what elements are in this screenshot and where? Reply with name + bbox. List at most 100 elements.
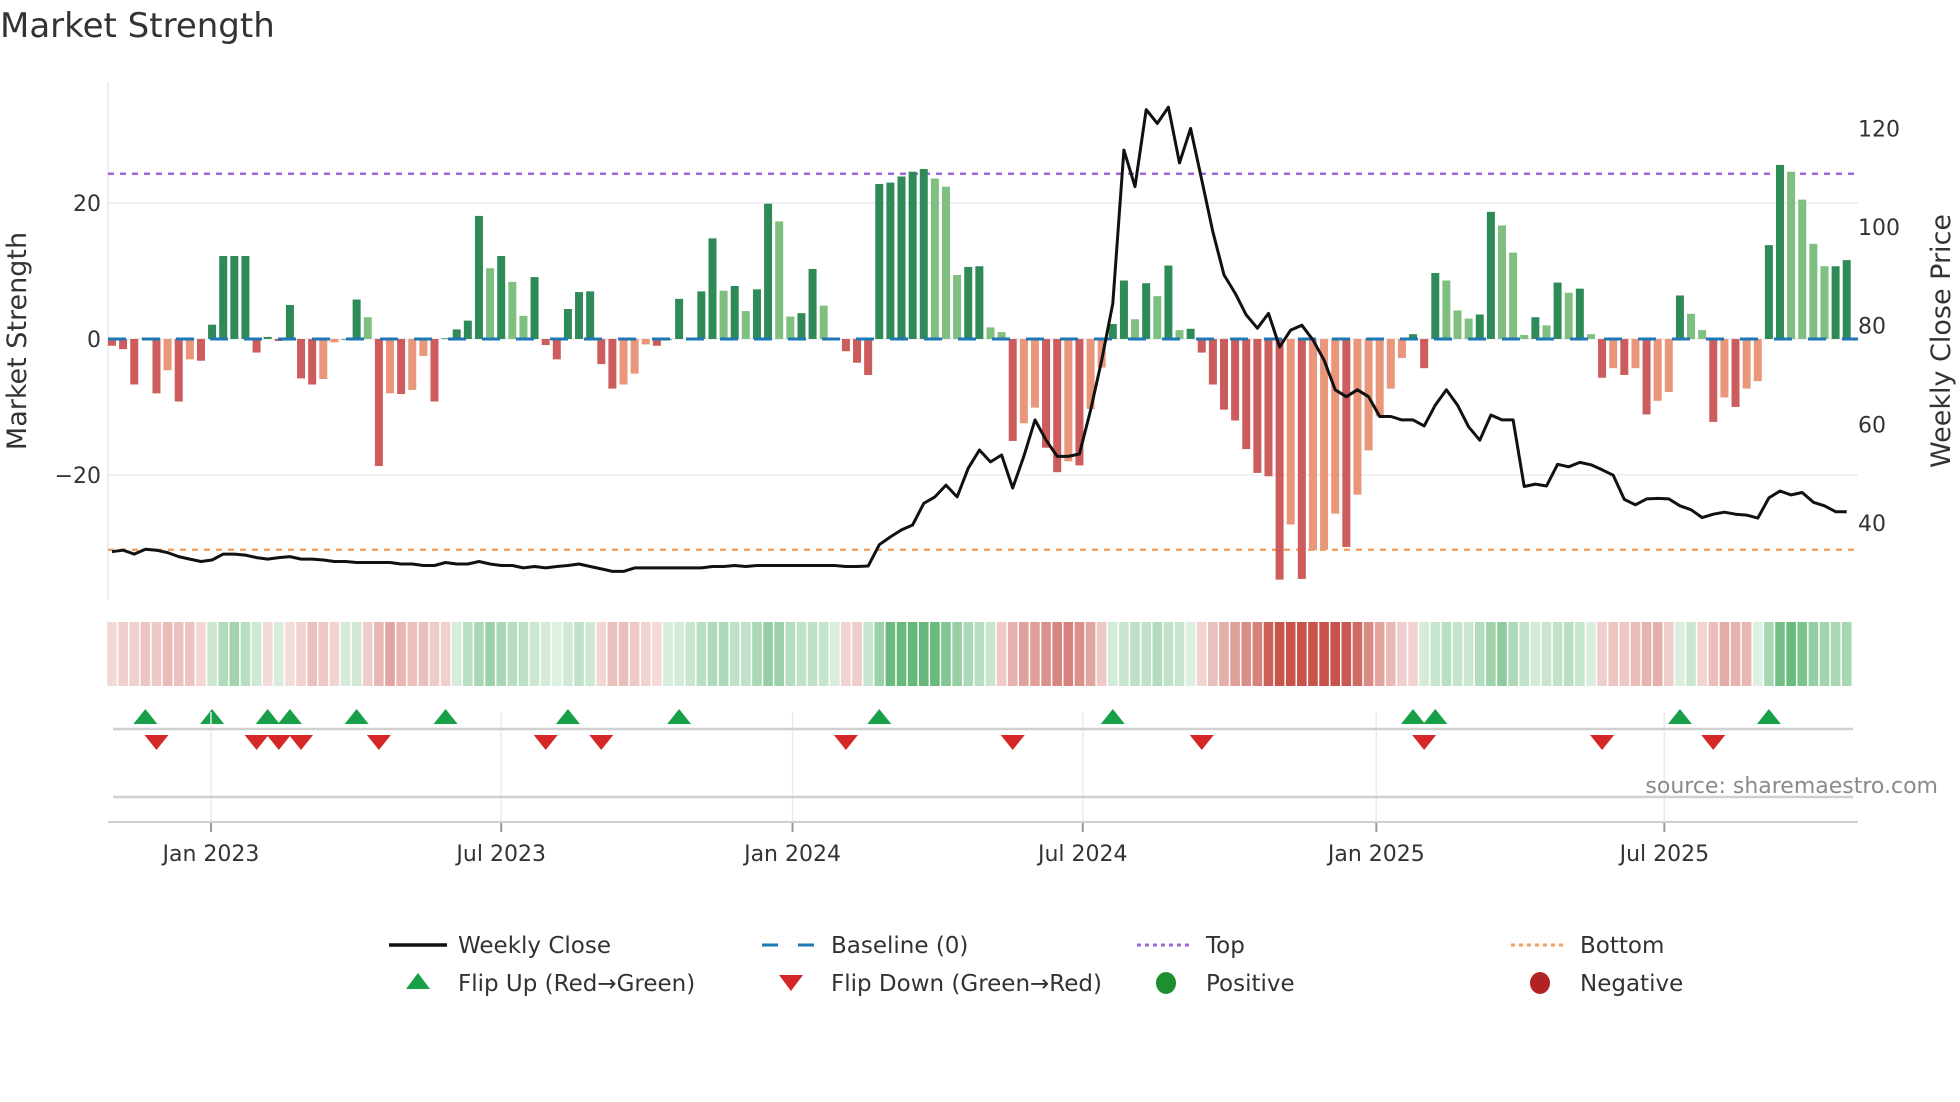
heatmap-cell xyxy=(1052,622,1062,686)
heatmap-cell xyxy=(1619,622,1630,686)
heatmap-cell xyxy=(1386,622,1396,686)
heatmap-cell xyxy=(952,622,962,686)
heatmap-cell xyxy=(1185,622,1196,686)
heatmap-cell xyxy=(1363,622,1374,686)
strength-bar xyxy=(508,281,517,339)
strength-bar xyxy=(363,317,372,339)
heatmap-cell xyxy=(696,622,707,686)
heatmap-cell xyxy=(596,622,607,686)
heatmap-cell xyxy=(307,622,317,686)
heatmap-cell xyxy=(1130,622,1140,686)
strength-bar xyxy=(986,327,995,339)
strength-bar xyxy=(285,304,294,339)
heatmap-cell xyxy=(585,622,595,686)
strength-bar xyxy=(841,338,850,352)
strength-bar xyxy=(719,290,728,339)
flip-up-marker xyxy=(555,709,580,724)
strength-bar xyxy=(308,338,317,385)
heatmap-cell xyxy=(1708,622,1719,686)
heatmap-cell xyxy=(574,622,584,686)
heatmap-cell xyxy=(685,622,696,686)
heatmap-cell xyxy=(763,622,773,686)
heatmap-cell xyxy=(1341,622,1352,686)
heatmap-cell xyxy=(896,622,907,686)
triangle-down-icon xyxy=(779,975,803,991)
flip-up-marker xyxy=(1401,709,1426,724)
right-tick-label: 40 xyxy=(1858,512,1886,537)
strength-bar xyxy=(764,203,773,339)
heatmap-cell xyxy=(1641,622,1652,686)
strength-bar xyxy=(797,313,806,339)
strength-bar xyxy=(608,338,617,389)
heatmap-cell xyxy=(1664,622,1674,686)
flip-down-marker xyxy=(1189,735,1214,750)
x-tick-label: Jan 2025 xyxy=(1326,842,1425,867)
heatmap-cell xyxy=(474,622,484,686)
heatmap-cell xyxy=(1352,622,1363,686)
flip-up-marker xyxy=(1667,709,1692,724)
heatmap-cell xyxy=(874,622,885,686)
strength-bar xyxy=(1820,266,1829,339)
heatmap-cell xyxy=(930,622,940,686)
heatmap-cell xyxy=(207,622,217,686)
heatmap-cell xyxy=(1308,622,1318,686)
strength-bar xyxy=(1664,338,1673,392)
legend: Weekly Close Baseline (0) Top Bottom Flip Up… xyxy=(389,933,1683,997)
flip-up-marker xyxy=(1100,709,1125,724)
heatmap-cell xyxy=(1397,622,1407,686)
strength-bar xyxy=(1131,319,1140,339)
heatmap-cell xyxy=(741,622,751,686)
heatmap-cell xyxy=(463,622,473,686)
legend-label: Baseline (0) xyxy=(831,933,968,959)
strength-bar xyxy=(386,338,394,394)
strength-bar xyxy=(730,285,739,339)
strength-bar xyxy=(1342,338,1351,547)
strength-bar xyxy=(1586,334,1595,339)
left-tick-label: −20 xyxy=(55,464,101,489)
left-tick-label: 0 xyxy=(87,328,101,353)
right-tick-label: 80 xyxy=(1858,315,1886,340)
strength-bar xyxy=(1431,273,1440,339)
strength-bar xyxy=(1653,338,1662,401)
flip-down-marker xyxy=(1412,735,1437,750)
heatmap-cell xyxy=(1208,622,1218,686)
heatmap-cell xyxy=(1719,622,1730,686)
legend-item-bottom: Bottom xyxy=(1511,933,1664,959)
strength-bars xyxy=(108,164,1851,580)
strength-bar xyxy=(1831,266,1840,339)
heatmap-cell xyxy=(1241,622,1252,686)
heatmap-cell xyxy=(1063,622,1074,686)
strength-bar xyxy=(619,338,628,385)
heatmap-cell xyxy=(918,622,929,686)
heatmap-cell xyxy=(663,622,673,686)
heatmap-cell xyxy=(374,622,384,686)
heatmap-cell xyxy=(173,622,184,686)
heatmap-cell xyxy=(607,622,618,686)
heatmap-cell xyxy=(1497,622,1507,686)
flip-down-marker xyxy=(266,735,291,750)
flip-down-marker xyxy=(244,735,269,750)
heatmap-cell xyxy=(1686,622,1696,686)
legend-item-flip-down: Flip Down (Green→Red) xyxy=(779,971,1102,997)
heatmap-cell xyxy=(296,622,306,686)
heatmap-cell xyxy=(1652,622,1663,686)
strength-bar xyxy=(886,182,895,339)
heatmap-cell xyxy=(440,622,451,686)
heatmap-cell xyxy=(340,622,351,686)
heatmap-cell xyxy=(185,622,195,686)
strength-bar xyxy=(1142,283,1151,339)
heatmap-cell xyxy=(1597,622,1607,686)
strength-bar xyxy=(1731,338,1740,407)
gridlines xyxy=(107,82,1858,600)
strength-bar xyxy=(397,338,406,395)
strength-bar xyxy=(1842,260,1851,339)
strength-bar xyxy=(1208,338,1217,385)
strength-bar xyxy=(1609,338,1618,369)
strength-bar xyxy=(263,336,272,339)
strength-bar xyxy=(575,292,584,339)
heatmap-cell xyxy=(418,622,429,686)
strength-bar xyxy=(897,176,906,339)
legend-item-flip-up: Flip Up (Red→Green) xyxy=(406,971,695,997)
flip-down-marker xyxy=(144,735,169,750)
heatmap-cell xyxy=(1530,622,1541,686)
